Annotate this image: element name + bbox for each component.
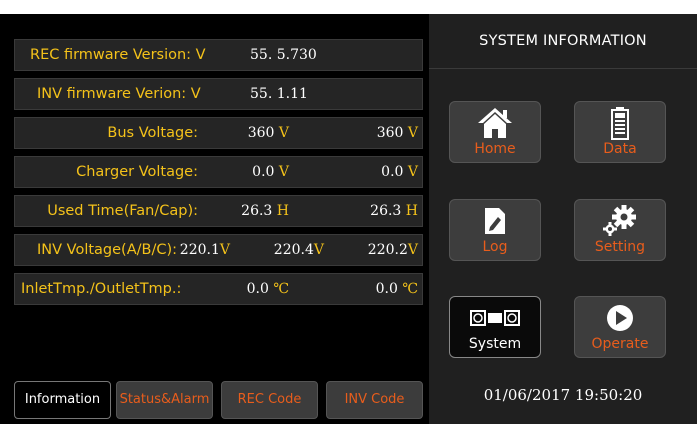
- bus-voltage-value-2: 360 V: [376, 125, 418, 141]
- row-bus-voltage: Bus Voltage: 360 V 360 V: [14, 117, 423, 149]
- setting-label: Setting: [594, 239, 646, 255]
- system-panel: SYSTEM INFORMATION Home Data Log Setting…: [429, 14, 697, 424]
- used-time-label: Used Time(Fan/Cap):: [47, 203, 198, 219]
- inv-voltage-value-a: 220.1V: [179, 242, 230, 258]
- row-used-time: Used Time(Fan/Cap): 26.3 H 26.3 H: [14, 195, 423, 227]
- bus-voltage-value-1: 360 V: [247, 125, 289, 141]
- play-icon: [575, 301, 665, 335]
- operate-button[interactable]: Operate: [574, 296, 666, 358]
- system-button[interactable]: System: [449, 296, 541, 358]
- charger-voltage-value-2: 0.0 V: [381, 164, 418, 180]
- used-time-value-1: 26.3 H: [241, 203, 289, 219]
- system-label: System: [468, 336, 522, 352]
- data-label: Data: [603, 141, 637, 157]
- rec-firmware-value: 55. 5.730: [250, 47, 317, 63]
- battery-icon: [575, 106, 665, 140]
- home-label: Home: [474, 141, 516, 157]
- operate-label: Operate: [591, 336, 649, 352]
- temp-label: InletTmp./OutletTmp.:: [21, 281, 182, 297]
- inv-voltage-value-b: 220.4V: [273, 242, 324, 258]
- home-icon: [450, 106, 540, 140]
- rec-firmware-label: REC firmware Version: V: [30, 47, 206, 63]
- hmi-screen: REC firmware Version: V 55. 5.730 INV fi…: [0, 14, 697, 424]
- charger-voltage-value-1: 0.0 V: [252, 164, 289, 180]
- log-button[interactable]: Log: [449, 199, 541, 261]
- inv-voltage-value-c: 220.2V: [367, 242, 418, 258]
- divider: [429, 68, 697, 69]
- log-label: Log: [482, 239, 508, 255]
- tab-status-alarm[interactable]: Status&Alarm: [116, 381, 213, 419]
- edit-icon: [450, 204, 540, 238]
- outlet-temp-value: 0.0 ℃: [375, 281, 418, 297]
- row-rec-firmware: REC firmware Version: V 55. 5.730: [14, 39, 423, 71]
- home-button[interactable]: Home: [449, 101, 541, 163]
- tab-rec-code[interactable]: REC Code: [221, 381, 318, 419]
- panel-title: SYSTEM INFORMATION: [479, 33, 647, 49]
- setting-button[interactable]: Setting: [574, 199, 666, 261]
- system-icon: [450, 301, 540, 335]
- row-charger-voltage: Charger Voltage: 0.0 V 0.0 V: [14, 156, 423, 188]
- tab-information[interactable]: Information: [14, 381, 111, 419]
- row-inv-firmware: INV firmware Verion: V 55. 1.11: [14, 78, 423, 110]
- information-panel: REC firmware Version: V 55. 5.730 INV fi…: [4, 14, 427, 424]
- row-inv-voltage: INV Voltage(A/B/C): 220.1V 220.4V 220.2V: [14, 234, 423, 266]
- charger-voltage-label: Charger Voltage:: [76, 164, 198, 180]
- gear-icon: [575, 204, 665, 238]
- bus-voltage-label: Bus Voltage:: [107, 125, 198, 141]
- data-button[interactable]: Data: [574, 101, 666, 163]
- row-inlet-outlet-temp: InletTmp./OutletTmp.: 0.0 ℃ 0.0 ℃: [14, 273, 423, 305]
- inv-voltage-label: INV Voltage(A/B/C):: [37, 242, 178, 258]
- tab-inv-code[interactable]: INV Code: [326, 381, 423, 419]
- inv-firmware-value: 55. 1.11: [250, 86, 308, 102]
- used-time-value-2: 26.3 H: [370, 203, 418, 219]
- inlet-temp-value: 0.0 ℃: [246, 281, 289, 297]
- inv-firmware-label: INV firmware Verion: V: [37, 86, 201, 102]
- datetime-display: 01/06/2017 19:50:20: [483, 386, 643, 404]
